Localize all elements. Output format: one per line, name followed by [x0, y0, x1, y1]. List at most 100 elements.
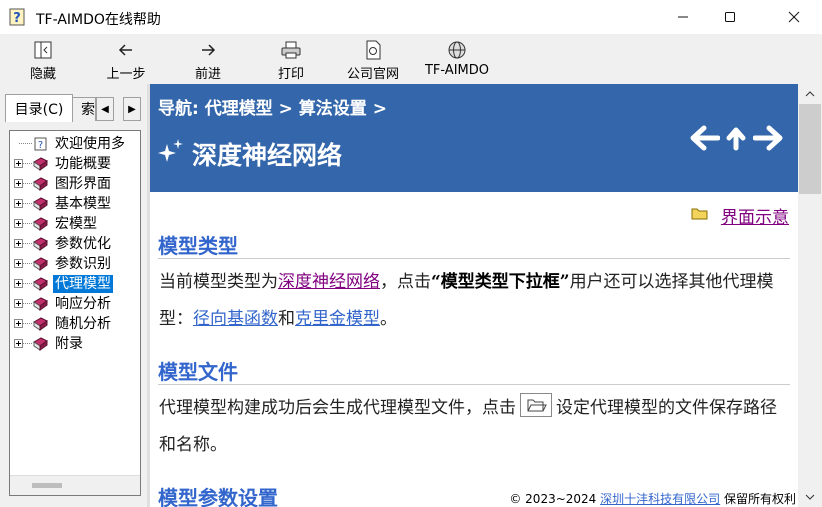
forward-button[interactable]: 前进 — [190, 40, 226, 84]
help-app-icon: ? — [9, 8, 25, 26]
expand-toggle[interactable] — [14, 279, 23, 288]
scrollbar-thumb[interactable] — [32, 483, 62, 488]
scroll-up-button[interactable] — [798, 84, 822, 104]
maximize-button[interactable] — [707, 0, 753, 34]
tab-scroll-left-button[interactable]: ◀ — [96, 97, 114, 121]
tree-item-macro-model[interactable]: 宏模型 — [10, 214, 140, 234]
tree-item-gui[interactable]: 图形界面 — [10, 174, 140, 194]
breadcrumb: 导航: 代理模型 > 算法设置 > — [158, 99, 387, 119]
book-icon — [33, 217, 48, 231]
bold-term: “模型类型下拉框” — [431, 272, 570, 292]
section-title: 模型参数设置 — [158, 486, 278, 507]
tree-item-basic-model[interactable]: 基本模型 — [10, 194, 140, 214]
minimize-button[interactable] — [660, 0, 706, 34]
expand-toggle[interactable] — [14, 259, 23, 268]
section-divider — [158, 384, 790, 385]
tab-scroll-right-button[interactable]: ▶ — [123, 97, 141, 121]
tree-item-random-analysis[interactable]: 随机分析 — [10, 314, 140, 334]
tree-item-label: 欢迎使用多 — [55, 136, 125, 152]
book-icon — [33, 317, 48, 331]
back-arrow-icon — [118, 44, 132, 56]
expand-toggle[interactable] — [14, 239, 23, 248]
tree-item-surrogate-model[interactable]: 代理模型 — [10, 274, 140, 294]
tab-contents[interactable]: 目录(C) — [5, 94, 73, 122]
tree-horizontal-scrollbar[interactable] — [10, 475, 140, 495]
tab-index[interactable]: 索 — [72, 97, 96, 121]
dnn-link[interactable]: 深度神经网络 — [278, 272, 380, 292]
book-icon — [33, 157, 48, 171]
window-title: TF-AIMDO在线帮助 — [36, 12, 161, 28]
toolbar: 隐藏 上一步 前进 打印 公司官网 TF-AIMDO — [0, 34, 822, 84]
company-site-button[interactable]: 公司官网 — [342, 40, 404, 84]
rights-text: 保留所有权利 — [723, 492, 796, 506]
model-type-paragraph: 当前模型类型为深度神经网络，点击“模型类型下拉框”用户还可以选择其他代理模型：径… — [159, 264, 789, 338]
section-divider — [158, 258, 790, 259]
company-site-label: 公司官网 — [346, 67, 399, 82]
copyright-text: © 2023~2024 — [509, 492, 597, 506]
parent-topic-icon[interactable] — [725, 124, 747, 152]
next-topic-icon[interactable] — [753, 124, 785, 152]
kriging-link[interactable]: 克里金模型 — [295, 309, 380, 329]
previous-topic-icon[interactable] — [688, 124, 720, 152]
tree-connector — [23, 163, 32, 164]
forward-arrow-icon — [202, 44, 216, 56]
rbf-link[interactable]: 径向基函数 — [193, 309, 278, 329]
title-bar: ? TF-AIMDO在线帮助 — [0, 0, 822, 34]
expand-toggle[interactable] — [14, 179, 23, 188]
expand-toggle[interactable] — [14, 339, 23, 348]
book-icon — [33, 277, 48, 291]
printer-icon — [281, 41, 301, 59]
print-button[interactable]: 打印 — [273, 40, 309, 84]
tree-connector — [23, 183, 32, 184]
book-icon — [33, 297, 48, 311]
scroll-down-button[interactable] — [798, 487, 822, 507]
tf-aimdo-button[interactable]: TF-AIMDO — [418, 40, 496, 84]
tree-connector — [23, 323, 32, 324]
page-title: 深度神经网络 — [192, 141, 343, 170]
expand-toggle[interactable] — [14, 299, 23, 308]
tree-connector — [23, 203, 32, 204]
close-button[interactable] — [766, 0, 822, 34]
web-page-icon — [366, 40, 381, 60]
expand-toggle[interactable] — [14, 159, 23, 168]
expand-toggle[interactable] — [14, 319, 23, 328]
tree-connector — [23, 303, 32, 304]
hide-button[interactable]: 隐藏 — [23, 40, 63, 84]
tab-index-label: 索 — [81, 102, 95, 118]
text: ，点击 — [380, 272, 431, 292]
tree-item-label: 参数优化 — [55, 236, 111, 252]
tree-item-label: 附录 — [55, 336, 83, 352]
tree-item-label: 响应分析 — [55, 296, 111, 312]
back-button[interactable]: 上一步 — [100, 40, 152, 84]
print-label: 打印 — [277, 67, 304, 82]
book-icon — [33, 337, 48, 351]
expand-toggle[interactable] — [14, 219, 23, 228]
interface-preview-link[interactable]: 界面示意 — [721, 203, 789, 228]
expand-toggle[interactable] — [14, 199, 23, 208]
book-icon — [33, 177, 48, 191]
content-vertical-scrollbar[interactable] — [798, 84, 822, 507]
tree-item-param-optimization[interactable]: 参数优化 — [10, 234, 140, 254]
folder-icon — [691, 208, 708, 220]
tf-aimdo-label: TF-AIMDO — [424, 63, 489, 78]
tree-item-param-identification[interactable]: 参数识别 — [10, 254, 140, 274]
tree-item-overview[interactable]: 功能概要 — [10, 154, 140, 174]
tree-connector — [23, 263, 32, 264]
help-content: 导航: 代理模型 > 算法设置 > 深度神经网络 界面示意 模型类型 当前模型类… — [150, 84, 798, 507]
tree-connector — [23, 243, 32, 244]
tree-connector — [23, 283, 32, 284]
chevron-up-icon — [805, 91, 815, 97]
tree-item-response-analysis[interactable]: 响应分析 — [10, 294, 140, 314]
company-link[interactable]: 深圳十沣科技有限公司 — [600, 492, 720, 506]
triangle-right-icon: ▶ — [128, 103, 136, 115]
chevron-down-icon — [805, 494, 815, 500]
tree-item-welcome[interactable]: ? 欢迎使用多 — [10, 134, 140, 154]
tree-item-appendix[interactable]: 附录 — [10, 334, 140, 354]
open-folder-button-image — [520, 392, 552, 417]
scrollbar-thumb[interactable] — [799, 104, 821, 194]
book-icon — [33, 257, 48, 271]
close-icon — [788, 11, 800, 23]
tree-connector — [19, 143, 32, 144]
globe-icon — [448, 41, 466, 59]
hide-label: 隐藏 — [29, 67, 56, 82]
